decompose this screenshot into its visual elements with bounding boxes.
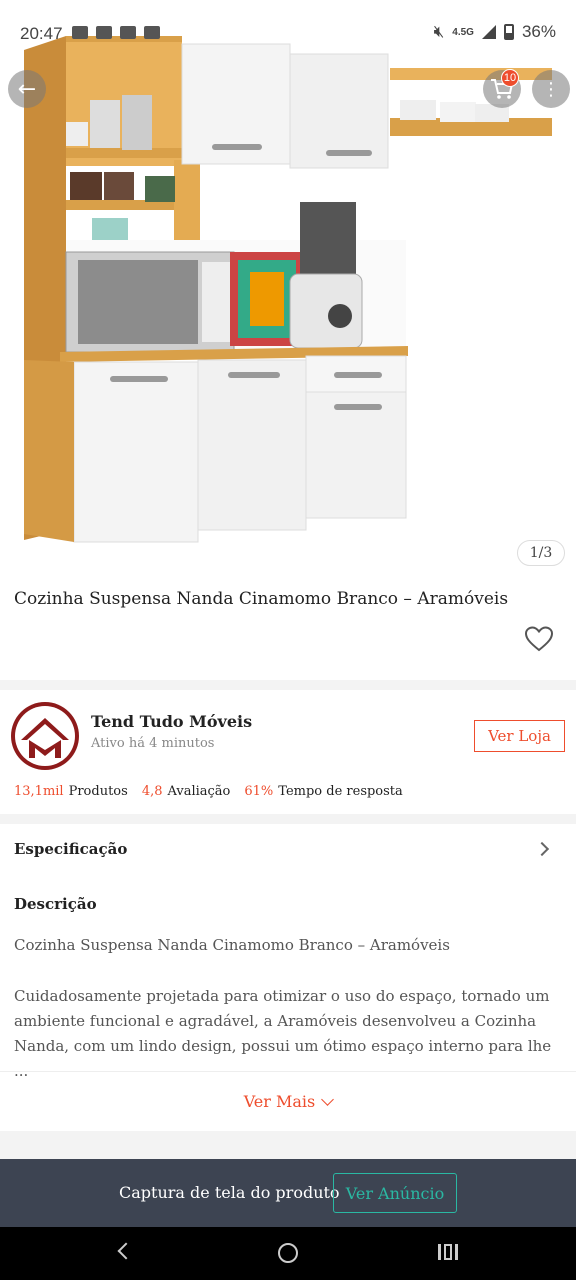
- status-right: 🔇︎ 4.5G 36%: [434, 22, 556, 42]
- more-options-button[interactable]: ⋮: [532, 70, 570, 108]
- capture-bar: Captura de tela do produto Ver Anúncio: [0, 1159, 576, 1227]
- system-navigation-bar: [0, 1227, 576, 1280]
- stat-response: 61% Tempo de resposta: [244, 784, 402, 799]
- stat-rating: 4,8 Avaliação: [142, 784, 231, 799]
- app-icon: [120, 26, 136, 39]
- mute-icon: 🔇︎: [433, 22, 445, 41]
- cart-count-badge: 10: [501, 69, 519, 87]
- specification-label: Especificação: [14, 840, 128, 858]
- shop-logo[interactable]: [11, 702, 79, 770]
- section-divider: [0, 1131, 576, 1159]
- chevron-right-icon: [534, 841, 550, 857]
- section-divider: [0, 680, 576, 690]
- telegram-icon: [96, 26, 112, 39]
- status-bar: 20:47 🔇︎ 4.5G 36%: [0, 0, 576, 66]
- system-home-icon[interactable]: [278, 1243, 298, 1263]
- description-body: Cuidadosamente projetada para otimizar o…: [14, 987, 552, 1080]
- back-button[interactable]: ←: [8, 70, 46, 108]
- specification-row[interactable]: Especificação: [0, 826, 576, 874]
- view-store-button[interactable]: Ver Loja: [474, 720, 565, 752]
- stat-label: Tempo de resposta: [278, 784, 403, 799]
- more-vertical-icon: ⋮: [542, 78, 560, 100]
- status-time: 20:47: [20, 24, 63, 43]
- capture-text: Captura de tela do produto: [119, 1183, 340, 1202]
- shop-name[interactable]: Tend Tudo Móveis: [91, 712, 252, 731]
- shop-active-status: Ativo há 4 minutos: [91, 736, 215, 751]
- stat-label: Produtos: [68, 784, 128, 799]
- battery-icon: [503, 24, 514, 40]
- see-more-button[interactable]: Ver Mais: [0, 1071, 576, 1131]
- battery-percent: 36%: [521, 22, 556, 41]
- shop-stats: 13,1mil Produtos 4,8 Avaliação 61% Tempo de…: [14, 784, 403, 799]
- stat-label: Avaliação: [167, 784, 231, 799]
- notification-icons: [72, 26, 160, 39]
- arrow-left-icon: ←: [17, 76, 37, 102]
- network-label: 4.5G: [452, 26, 474, 38]
- description-heading: Descrição: [14, 895, 97, 913]
- image-page-counter: 1/3: [517, 540, 565, 566]
- stat-value: 4,8: [141, 784, 163, 799]
- chevron-down-icon: [321, 1092, 335, 1106]
- section-divider: [0, 814, 576, 824]
- stat-value: 61%: [244, 784, 274, 799]
- view-ad-button[interactable]: Ver Anúncio: [333, 1173, 457, 1213]
- stat-products: 13,1mil Produtos: [14, 784, 128, 799]
- system-recents-icon[interactable]: [438, 1244, 458, 1260]
- description-first-line: Cozinha Suspensa Nanda Cinamomo Branco –…: [14, 936, 450, 954]
- youtube-icon: [72, 26, 88, 39]
- shop-logo-mark: [15, 706, 75, 766]
- see-more-label: Ver Mais: [243, 1092, 316, 1111]
- cloud-icon: [144, 26, 160, 39]
- signal-icon: [481, 25, 496, 39]
- stat-value: 13,1mil: [14, 784, 64, 799]
- product-title: Cozinha Suspensa Nanda Cinamomo Branco –…: [14, 589, 509, 609]
- heart-icon[interactable]: [525, 626, 553, 652]
- system-back-icon[interactable]: [117, 1242, 135, 1260]
